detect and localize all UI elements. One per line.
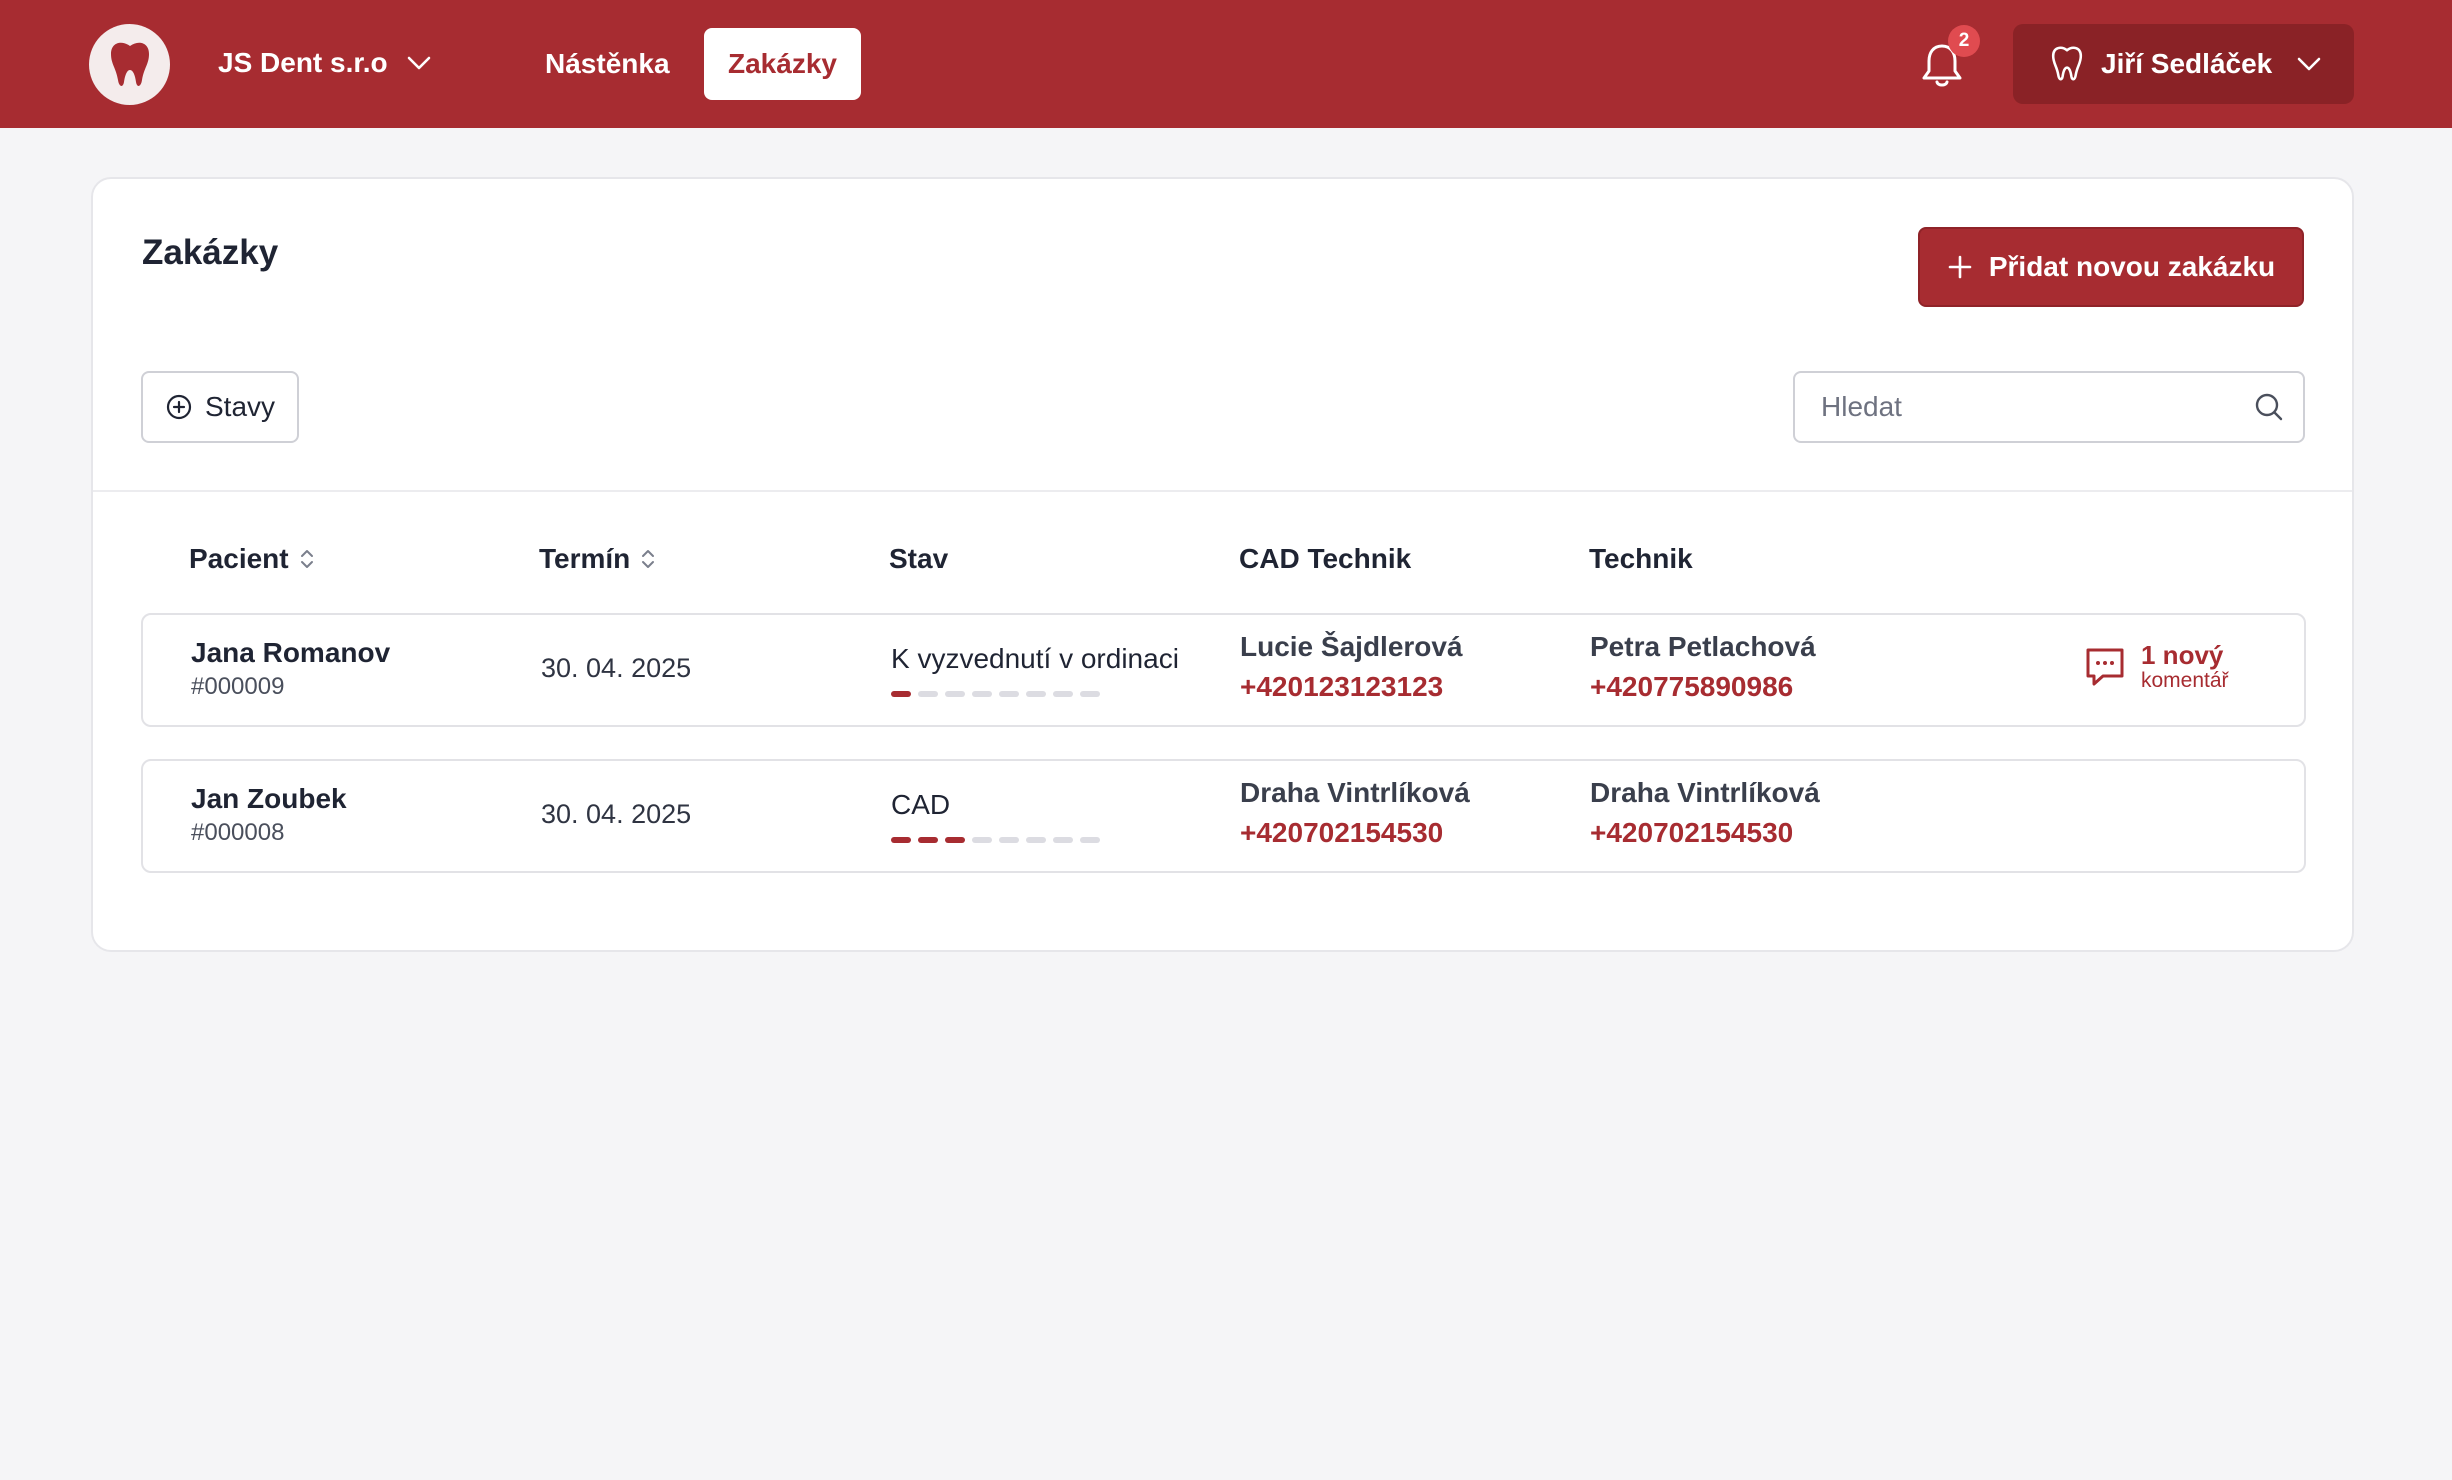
column-label: Pacient	[189, 543, 289, 574]
cad-technician-name: Draha Vintrlíková	[1240, 777, 1470, 808]
progress-step	[891, 837, 911, 843]
progress-step	[918, 691, 938, 697]
plus-icon	[1948, 255, 1972, 279]
tooth-logo-icon[interactable]	[89, 24, 170, 105]
add-order-button[interactable]: Přidat novou zakázku	[1918, 227, 2304, 307]
progress-step	[1080, 837, 1100, 843]
page-title: Zakázky	[142, 233, 279, 272]
tooth-icon	[2051, 46, 2083, 81]
user-name: Jiří Sedláček	[2101, 48, 2273, 79]
plus-circle-icon	[166, 394, 192, 420]
chat-icon	[2086, 648, 2124, 686]
status-progress	[891, 691, 1100, 697]
progress-step	[1053, 837, 1073, 843]
chevron-down-icon	[2297, 57, 2321, 71]
order-date: 30. 04. 2025	[541, 653, 692, 683]
order-id: #000008	[191, 819, 285, 846]
top-navigation-bar: JS Dent s.r.o Nástěnka Zakázky 2 Jiří Se…	[0, 0, 2452, 128]
patient-name: Jan Zoubek	[191, 783, 347, 814]
progress-step	[918, 837, 938, 843]
nav-item-dashboard[interactable]: Nástěnka	[521, 28, 694, 100]
sort-icon	[300, 550, 313, 568]
progress-step	[1026, 837, 1046, 843]
cad-technician-phone[interactable]: +420123123123	[1240, 671, 1443, 703]
progress-step	[999, 691, 1019, 697]
technician-phone[interactable]: +420775890986	[1590, 671, 1793, 703]
progress-step	[999, 837, 1019, 843]
divider	[93, 490, 2352, 492]
status-filter-button[interactable]: Stavy	[141, 371, 299, 443]
new-comment-link[interactable]: 1 nový komentář	[2083, 641, 2229, 693]
order-status: CAD	[891, 789, 951, 820]
progress-step	[891, 691, 911, 697]
technician-phone[interactable]: +420702154530	[1590, 817, 1793, 849]
column-label: Termín	[539, 543, 631, 574]
order-date: 30. 04. 2025	[541, 799, 692, 829]
progress-step	[1026, 691, 1046, 697]
progress-step	[945, 837, 965, 843]
patient-name: Jana Romanov	[191, 637, 391, 668]
progress-step	[972, 837, 992, 843]
column-header-technician: Technik	[1589, 543, 1693, 574]
progress-step	[1053, 691, 1073, 697]
search-input[interactable]	[1821, 373, 2241, 441]
search-box	[1793, 371, 2305, 443]
column-header-patient[interactable]: Pacient	[189, 543, 315, 575]
order-id: #000009	[191, 673, 285, 700]
column-header-cad-technician: CAD Technik	[1239, 543, 1412, 574]
comment-label: komentář	[2141, 669, 2229, 692]
progress-step	[1080, 691, 1100, 697]
sort-icon	[642, 550, 655, 568]
chevron-down-icon	[407, 56, 430, 70]
status-progress	[891, 837, 1100, 843]
table-row[interactable]: Jana Romanov #000009 30. 04. 2025 K vyzv…	[141, 613, 2306, 727]
notification-count-badge: 2	[1948, 25, 1980, 57]
company-name: JS Dent s.r.o	[218, 47, 388, 78]
table-row[interactable]: Jan Zoubek #000008 30. 04. 2025 CAD Drah…	[141, 759, 2306, 873]
column-header-date[interactable]: Termín	[539, 543, 656, 575]
orders-card: Zakázky Přidat novou zakázku Stavy Pacie…	[91, 177, 2354, 952]
add-order-label: Přidat novou zakázku	[1988, 251, 2276, 282]
column-header-status: Stav	[889, 543, 949, 574]
cad-technician-phone[interactable]: +420702154530	[1240, 817, 1443, 849]
search-icon[interactable]	[2253, 391, 2285, 423]
order-status: K vyzvednutí v ordinaci	[891, 643, 1179, 674]
user-menu[interactable]: Jiří Sedláček	[2013, 24, 2354, 104]
status-filter-label: Stavy	[204, 391, 276, 422]
progress-step	[945, 691, 965, 697]
cad-technician-name: Lucie Šajdlerová	[1240, 631, 1463, 662]
technician-name: Petra Petlachová	[1590, 631, 1816, 662]
comment-count: 1 nový	[2141, 640, 2224, 670]
technician-name: Draha Vintrlíková	[1590, 777, 1820, 808]
company-switcher[interactable]: JS Dent s.r.o	[218, 40, 432, 86]
progress-step	[972, 691, 992, 697]
nav-item-orders[interactable]: Zakázky	[704, 28, 861, 100]
